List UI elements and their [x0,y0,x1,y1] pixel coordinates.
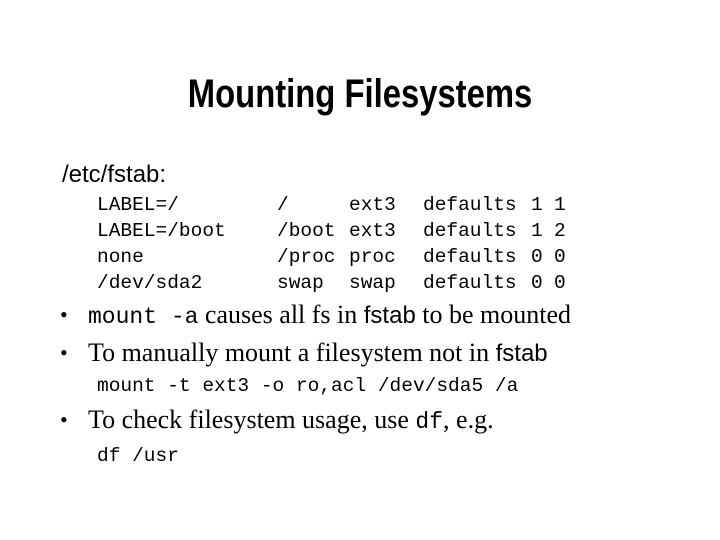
fstab-cell: ext3 [349,194,396,216]
manual-mount-example: mount -t ext3 -o ro,acl /dev/sda5 /a [97,375,519,397]
bullet-df: To check filesystem usage, use df, e.g. [88,405,494,435]
bullet-mount-a: mount -a causes all fs in fstab to be mo… [88,300,572,330]
fstab-cell: 0 [531,272,543,294]
fstab-cell: defaults [423,194,517,216]
bullet-manual-mount: To manually mount a filesystem not in fs… [88,338,548,367]
fstab-cell: / [277,194,289,216]
fstab-cell: LABEL=/ [97,194,179,216]
fstab-cell: 1 [531,220,543,242]
fstab-cell: swap [349,272,396,294]
fstab-cell: 0 [531,246,543,268]
bullet-icon: • [60,407,68,432]
fstab-cell: 0 [554,246,566,268]
fstab-cell: 2 [554,220,566,242]
fstab-cell: LABEL=/boot [97,220,226,242]
fstab-cell: 0 [554,272,566,294]
fstab-cell: 1 [554,194,566,216]
fstab-cell: /dev/sda2 [97,272,203,294]
bullet-icon: • [60,340,68,365]
fstab-cell: defaults [423,272,517,294]
fstab-cell: swap [277,272,324,294]
bullet-icon: • [60,302,68,327]
fstab-cell: /proc [277,246,336,268]
fstab-cell: defaults [423,246,517,268]
df-example: df /usr [97,445,179,467]
fstab-cell: 1 [531,194,543,216]
fstab-cell: proc [349,246,396,268]
slide-title: Mounting Filesystems [187,72,533,116]
fstab-cell: /boot [277,220,336,242]
fstab-cell: none [97,246,144,268]
fstab-cell: ext3 [349,220,396,242]
fstab-cell: defaults [423,220,517,242]
fstab-heading: /etc/fstab: [62,161,167,188]
